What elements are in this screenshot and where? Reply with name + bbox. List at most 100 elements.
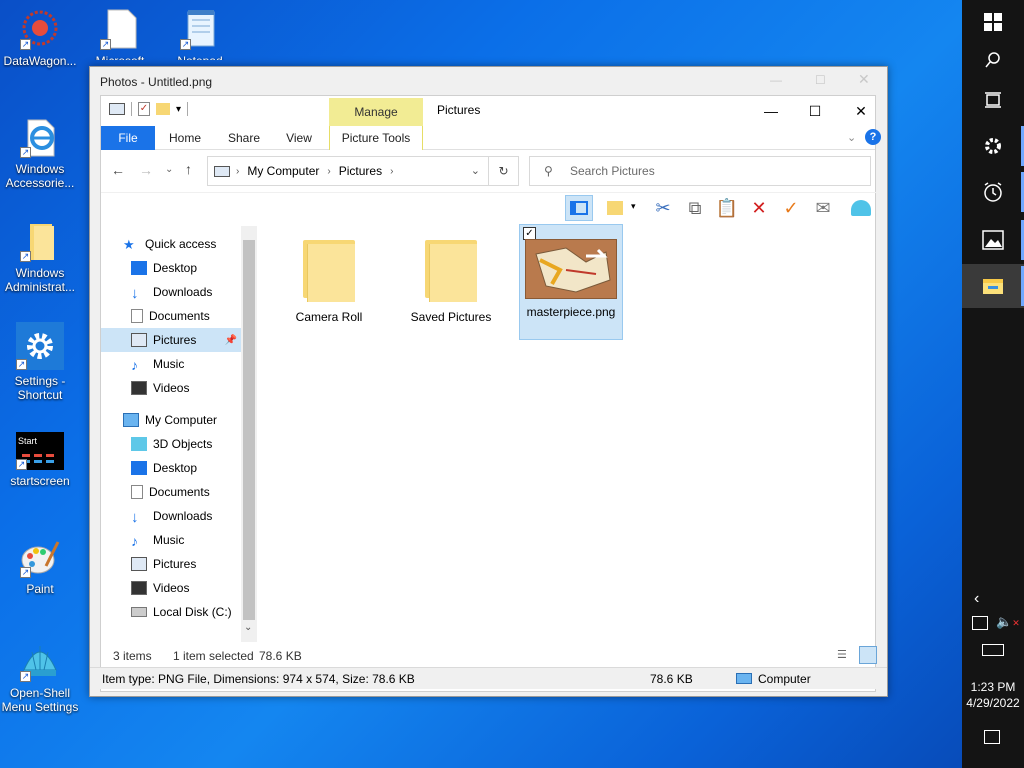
scroll-down-icon[interactable]: ⌄ [244,622,252,633]
explorer-window[interactable]: ✓ ▾ Manage Pictures — ☐ ✕ File Home Shar… [100,95,881,692]
volume-muted-icon[interactable]: 🔈✕ [996,614,1020,630]
delete-button[interactable]: ✕ [745,195,773,221]
item-count: 3 items [113,649,152,663]
search-button[interactable] [962,38,1024,82]
taskbar-photos[interactable] [962,218,1024,262]
tab-file[interactable]: File [101,126,155,150]
nav-quick-videos[interactable]: Videos [131,376,257,400]
ribbon-expand-icon[interactable]: ⌄ [847,131,856,144]
paste-button[interactable]: 📋 [713,195,741,221]
details-view-icon[interactable]: ☰ [837,648,853,662]
folder-saved-pictures[interactable]: Saved Pictures [399,230,503,344]
notifications-icon[interactable] [984,730,1000,744]
qat-dropdown-icon[interactable]: ▾ [176,104,181,115]
nav-quick-documents[interactable]: Documents 📌 [131,304,257,328]
nav-label: Documents [149,309,210,323]
nav-my-computer[interactable]: My Computer [123,408,257,432]
task-view-button[interactable] [962,78,1024,122]
clock-time[interactable]: 1:23 PM [962,680,1024,694]
photos-minimize-icon[interactable]: — [770,73,782,87]
nav-quick-downloads[interactable]: ↓ Downloads 📌 [131,280,257,304]
desktop-icon-startscreen[interactable]: Start ↗ startscreen [0,432,80,488]
preview-pane-button[interactable] [565,195,593,221]
nav-documents[interactable]: Documents [131,480,257,504]
nav-local-disk[interactable]: Local Disk (C:) [131,600,257,624]
view-options-button[interactable] [601,195,629,221]
tab-picture-tools[interactable]: Picture Tools [329,126,423,150]
desktop-icon-datawagon[interactable]: ↗ DataWagon... [0,8,80,68]
address-chevron-icon[interactable]: › [327,166,330,177]
desktop-icon-notepad[interactable]: ↗ Notepad [160,8,240,60]
network-icon[interactable] [972,616,988,630]
address-dropdown-icon[interactable]: ⌄ [471,164,480,177]
desktop-icon-windows-admin[interactable]: ↗ Windows Administrat... [0,220,80,294]
copy-button[interactable]: ⧉ [681,195,709,221]
help-icon[interactable]: ? [865,129,881,145]
forward-icon[interactable]: → [139,162,153,178]
touch-keyboard-icon[interactable] [982,644,1004,656]
tab-view[interactable]: View [277,126,321,150]
windows-logo-icon [984,13,1002,31]
desktop-icon-settings[interactable]: ↗ Settings - Shortcut [0,322,80,402]
refresh-button[interactable]: ↻ [489,156,519,186]
close-button[interactable]: ✕ [841,100,881,122]
tab-manage[interactable]: Manage [329,98,423,126]
nav-desktop[interactable]: Desktop [131,456,257,480]
nav-quick-desktop[interactable]: Desktop 📌 [131,256,257,280]
desktop-icon-label: Paint [26,582,54,596]
nav-downloads[interactable]: ↓ Downloads [131,504,257,528]
nav-quick-music[interactable]: ♪ Music [131,352,257,376]
folder-icon: ↗ [20,220,60,262]
minimize-button[interactable]: — [751,100,791,122]
address-row: ← → ⌄ ↑ › My Computer › Pictures › ⌄ ↻ ⚲… [101,152,877,190]
back-icon[interactable]: ← [111,162,125,178]
email-button[interactable]: ✉ [809,195,837,221]
large-icons-view-icon[interactable] [859,646,877,664]
nav-scrollbar[interactable]: ⌄ [241,226,257,642]
tab-home[interactable]: Home [161,126,209,150]
desktop-icon-windows-accessories[interactable]: ↗ Windows Accessorie... [0,116,80,190]
file-masterpiece[interactable]: ✓ masterpiece.png [519,224,623,340]
properties-icon[interactable]: ✓ [138,102,150,116]
address-chevron-icon[interactable]: › [390,166,393,177]
up-icon[interactable]: ↑ [185,161,192,177]
nav-scrollbar-thumb[interactable] [243,240,255,620]
search-input[interactable]: ⚲ Search Pictures [529,156,871,186]
clock-date[interactable]: 4/29/2022 [962,696,1024,710]
view-options-dropdown-icon[interactable]: ▾ [631,201,636,212]
desktop-icon-microsoft[interactable]: ↗ Microsoft [80,8,160,60]
photos-close-icon[interactable]: ✕ [858,71,870,88]
photos-window[interactable]: Photos - Untitled.png — ☐ ✕ ✓ ▾ Manage P… [89,66,888,697]
address-chevron-icon[interactable]: › [236,166,239,177]
cut-button[interactable]: ✂ [649,195,677,221]
nav-3d-objects[interactable]: 3D Objects [131,432,257,456]
taskbar-alarms[interactable] [962,170,1024,214]
address-bar[interactable]: › My Computer › Pictures › ⌄ [207,156,489,186]
breadcrumb-pictures[interactable]: Pictures [339,164,382,178]
desktop-icon-paint[interactable]: ↗ Paint [0,536,80,596]
show-hidden-icons[interactable]: ‹ [974,590,979,608]
open-shell-button[interactable] [847,195,875,221]
taskbar-settings[interactable] [962,124,1024,168]
nav-quick-pictures[interactable]: Pictures 📌 [101,328,241,352]
photos-maximize-icon[interactable]: ☐ [815,73,826,87]
breadcrumb-my-computer[interactable]: My Computer [247,164,319,178]
copy-icon: ⧉ [688,197,702,218]
paste-icon: 📋 [715,197,739,218]
pin-icon[interactable]: 📌 [225,335,237,346]
desktop-icon-open-shell[interactable]: ↗ Open-Shell Menu Settings [0,640,80,714]
navigation-pane[interactable]: ★ Quick access Desktop 📌 ↓ Downloads 📌 D… [101,226,257,642]
nav-quick-access[interactable]: ★ Quick access [123,232,257,256]
taskbar-file-explorer[interactable] [962,264,1024,308]
nav-music[interactable]: ♪ Music [131,528,257,552]
nav-label: Downloads [153,285,213,299]
recent-dropdown-icon[interactable]: ⌄ [165,164,173,175]
new-folder-icon[interactable] [156,103,170,115]
file-list[interactable]: Camera Roll Saved Pictures ✓ masterpiece… [259,224,875,642]
nav-pictures[interactable]: Pictures [131,552,257,576]
tab-share[interactable]: Share [221,126,267,150]
nav-videos[interactable]: Videos [131,576,257,600]
folder-camera-roll[interactable]: Camera Roll [277,230,381,344]
rename-button[interactable]: ✓ [777,195,805,221]
maximize-button[interactable]: ☐ [795,100,835,122]
